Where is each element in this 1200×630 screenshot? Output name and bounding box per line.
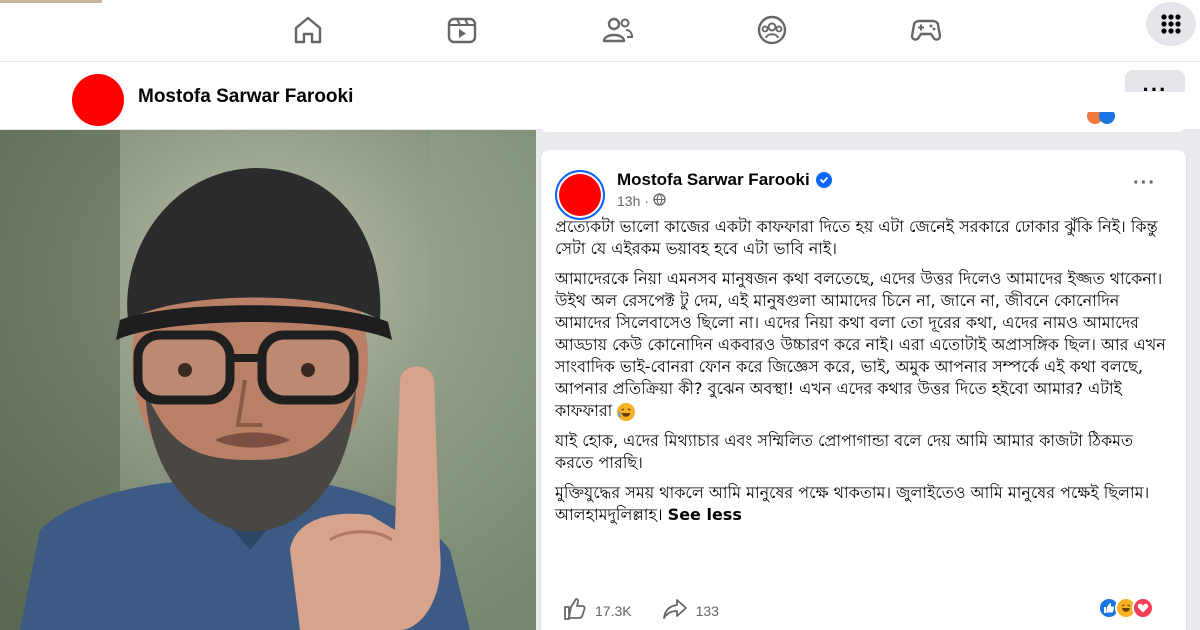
- post-paragraph: যাই হোক, এদের মিথ্যাচার এবং সম্মিলিত প্র…: [555, 431, 1134, 472]
- post-paragraph-4: মুক্তিযুদ্ধের সময় থাকলে আমি মানুষের পক্…: [555, 483, 1150, 524]
- post-card: Mostofa Sarwar Farooki 13h · ··· প্রত্যে…: [541, 150, 1186, 630]
- groups-icon[interactable]: [752, 12, 792, 48]
- see-less-link[interactable]: See less: [668, 505, 742, 524]
- post-paragraph-2: আমাদেরকে নিয়া এমনসব মানুষজন কথা বলতেছে,…: [555, 269, 1166, 421]
- like-count[interactable]: 17.3K: [595, 603, 632, 619]
- top-accent-line: [0, 0, 102, 3]
- video-icon[interactable]: [442, 12, 482, 48]
- post-more-button[interactable]: ···: [1133, 172, 1156, 195]
- home-icon[interactable]: [288, 12, 328, 48]
- verified-badge-icon: [815, 172, 832, 188]
- post-paragraph: প্রত্যেকটা ভালো কাজের একটা কাফফারা দিতে …: [555, 217, 1158, 258]
- post-author-name[interactable]: Mostofa Sarwar Farooki: [617, 170, 810, 190]
- like-icon[interactable]: [563, 598, 587, 623]
- previous-post-reactions-icon: [1086, 108, 1126, 126]
- friends-icon[interactable]: [597, 12, 637, 48]
- post-timestamp[interactable]: 13h: [617, 193, 640, 209]
- post-meta: 13h ·: [617, 193, 666, 209]
- meta-separator: ·: [644, 193, 650, 209]
- post-text: প্রত্যেকটা ভালো কাজের একটা কাফফারা দিতে …: [555, 216, 1175, 534]
- love-reaction-icon: [1132, 597, 1154, 619]
- post-photo[interactable]: [0, 130, 536, 630]
- share-count[interactable]: 133: [696, 603, 719, 619]
- gaming-icon[interactable]: [906, 12, 946, 48]
- reaction-summary[interactable]: [1098, 597, 1154, 619]
- profile-avatar[interactable]: [72, 74, 124, 126]
- laughing-emoji-icon: [617, 402, 636, 421]
- portrait-illustration: [0, 130, 536, 630]
- post-author[interactable]: Mostofa Sarwar Farooki: [617, 170, 832, 190]
- share-icon[interactable]: [662, 598, 688, 623]
- top-nav-bar: [0, 0, 1200, 62]
- post-actions: 17.3K 133: [563, 598, 741, 623]
- menu-grid-icon[interactable]: [1146, 2, 1196, 46]
- post-author-avatar[interactable]: [555, 170, 605, 220]
- profile-name[interactable]: Mostofa Sarwar Farooki: [138, 86, 353, 108]
- public-globe-icon: [653, 193, 666, 209]
